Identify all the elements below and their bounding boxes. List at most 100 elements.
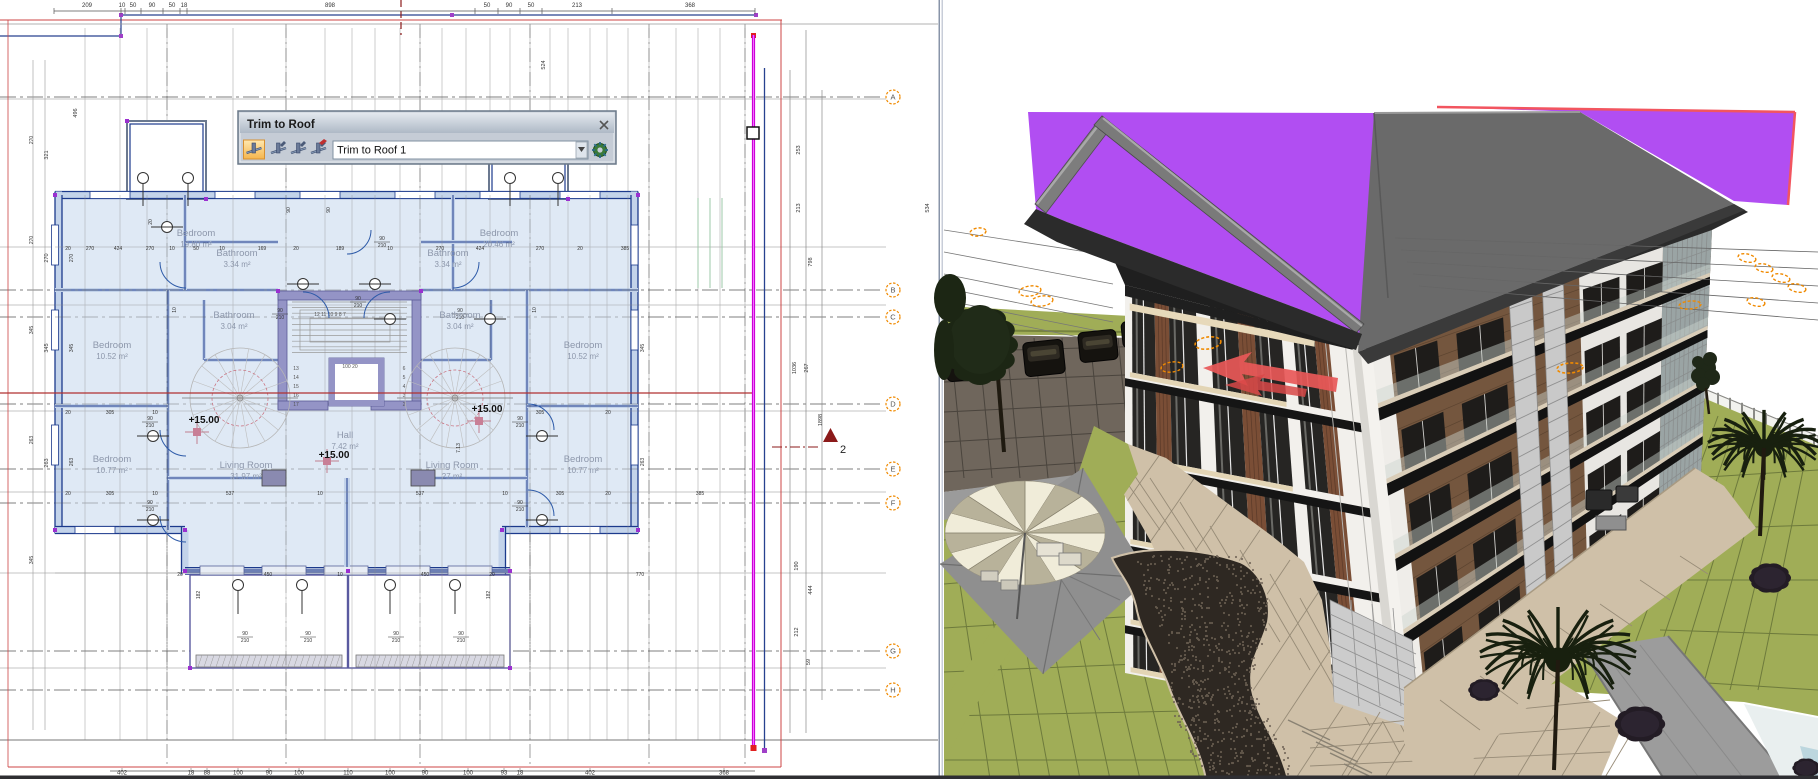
svg-text:189: 189 xyxy=(336,246,345,252)
svg-text:14: 14 xyxy=(293,375,299,381)
svg-text:20: 20 xyxy=(489,572,495,578)
svg-text:20: 20 xyxy=(177,572,183,578)
svg-text:50: 50 xyxy=(169,3,176,9)
svg-text:90: 90 xyxy=(147,500,153,506)
svg-text:20: 20 xyxy=(65,491,71,497)
svg-text:20: 20 xyxy=(293,246,299,252)
svg-text:59: 59 xyxy=(806,659,812,665)
svg-text:5: 5 xyxy=(403,375,406,381)
svg-text:182: 182 xyxy=(486,591,492,600)
svg-text:20: 20 xyxy=(605,410,611,416)
svg-text:210: 210 xyxy=(241,638,250,644)
svg-text:10: 10 xyxy=(502,491,508,497)
svg-text:31.97 m²: 31.97 m² xyxy=(230,472,262,481)
svg-text:253: 253 xyxy=(796,145,802,154)
svg-text:B: B xyxy=(890,286,895,295)
svg-text:798: 798 xyxy=(808,257,814,266)
svg-text:Bedroom: Bedroom xyxy=(564,454,603,465)
svg-text:305: 305 xyxy=(106,410,115,416)
svg-text:263: 263 xyxy=(29,436,35,445)
svg-text:210: 210 xyxy=(146,507,155,513)
svg-text:Bathroom: Bathroom xyxy=(213,310,254,321)
svg-text:270: 270 xyxy=(29,236,35,245)
svg-text:210: 210 xyxy=(392,638,401,644)
svg-text:10.52 m²: 10.52 m² xyxy=(96,352,128,361)
svg-text:90: 90 xyxy=(242,631,248,637)
svg-text:F: F xyxy=(891,499,896,508)
svg-text:3.34 m²: 3.34 m² xyxy=(434,260,461,269)
svg-text:15: 15 xyxy=(293,384,299,390)
svg-text:20.46 m²: 20.46 m² xyxy=(483,240,515,249)
svg-text:+15.00: +15.00 xyxy=(189,415,220,426)
svg-text:90: 90 xyxy=(286,207,292,213)
svg-text:385: 385 xyxy=(696,491,705,497)
svg-text:G: G xyxy=(890,647,896,656)
svg-text:90: 90 xyxy=(517,416,523,422)
svg-text:Bedroom: Bedroom xyxy=(93,340,132,351)
svg-text:90: 90 xyxy=(277,308,283,314)
svg-text:E: E xyxy=(890,465,895,474)
svg-text:898: 898 xyxy=(325,3,336,9)
svg-text:Trim to Roof: Trim to Roof xyxy=(247,119,315,131)
svg-text:270: 270 xyxy=(146,246,155,252)
svg-text:210: 210 xyxy=(354,303,363,309)
svg-text:50: 50 xyxy=(130,3,137,9)
svg-text:90: 90 xyxy=(326,207,332,213)
svg-text:7.13: 7.13 xyxy=(456,443,462,453)
svg-text:12 11 10 9 8 7: 12 11 10 9 8 7 xyxy=(314,312,346,318)
svg-text:210: 210 xyxy=(378,243,387,249)
svg-text:6: 6 xyxy=(403,366,406,372)
svg-text:Hall: Hall xyxy=(337,430,353,441)
svg-text:90: 90 xyxy=(147,416,153,422)
svg-text:210: 210 xyxy=(457,638,466,644)
svg-text:Bedroom: Bedroom xyxy=(177,228,216,239)
svg-text:20: 20 xyxy=(65,246,71,252)
svg-text:10: 10 xyxy=(337,572,343,578)
svg-text:Living Room: Living Room xyxy=(220,460,273,471)
svg-text:10: 10 xyxy=(387,246,393,252)
svg-text:345: 345 xyxy=(69,344,75,353)
svg-text:50: 50 xyxy=(484,3,491,9)
svg-text:Bathroom: Bathroom xyxy=(439,310,480,321)
svg-text:444: 444 xyxy=(808,585,814,594)
svg-text:20: 20 xyxy=(148,219,154,225)
svg-text:424: 424 xyxy=(476,246,485,252)
svg-text:10: 10 xyxy=(152,491,158,497)
svg-text:50: 50 xyxy=(528,3,535,9)
svg-text:H: H xyxy=(890,686,895,695)
svg-text:270: 270 xyxy=(536,246,545,252)
svg-text:770: 770 xyxy=(636,572,645,578)
svg-text:213: 213 xyxy=(572,3,583,9)
svg-text:D: D xyxy=(890,400,896,409)
svg-text:450: 450 xyxy=(264,572,273,578)
svg-text:270: 270 xyxy=(29,136,35,145)
svg-text:305: 305 xyxy=(536,410,545,416)
svg-text:100 20: 100 20 xyxy=(342,364,358,370)
svg-text:18: 18 xyxy=(181,3,188,9)
svg-text:3.04 m²: 3.04 m² xyxy=(220,322,247,331)
svg-text:182: 182 xyxy=(196,591,202,600)
svg-text:10.77 m²: 10.77 m² xyxy=(567,466,599,475)
svg-text:C: C xyxy=(890,313,896,322)
svg-text:+15.00: +15.00 xyxy=(472,404,503,415)
svg-text:90: 90 xyxy=(506,3,513,9)
svg-text:3.04 m²: 3.04 m² xyxy=(446,322,473,331)
svg-text:210: 210 xyxy=(146,423,155,429)
svg-text:2: 2 xyxy=(840,444,846,456)
svg-text:90: 90 xyxy=(355,296,361,302)
svg-text:212: 212 xyxy=(794,627,800,636)
svg-text:305: 305 xyxy=(556,491,565,497)
svg-text:20: 20 xyxy=(65,410,71,416)
svg-text:10: 10 xyxy=(119,3,126,9)
svg-text:Bedroom: Bedroom xyxy=(93,454,132,465)
svg-text:10: 10 xyxy=(219,246,225,252)
svg-text:10.52 m²: 10.52 m² xyxy=(567,352,599,361)
svg-text:424: 424 xyxy=(114,246,123,252)
svg-text:20: 20 xyxy=(605,491,611,497)
svg-text:Living Room: Living Room xyxy=(426,460,479,471)
svg-text:210: 210 xyxy=(516,423,525,429)
svg-text:Trim to Roof 1: Trim to Roof 1 xyxy=(337,145,406,157)
svg-text:90: 90 xyxy=(393,631,399,637)
svg-text:169: 169 xyxy=(258,246,267,252)
svg-text:305: 305 xyxy=(106,491,115,497)
